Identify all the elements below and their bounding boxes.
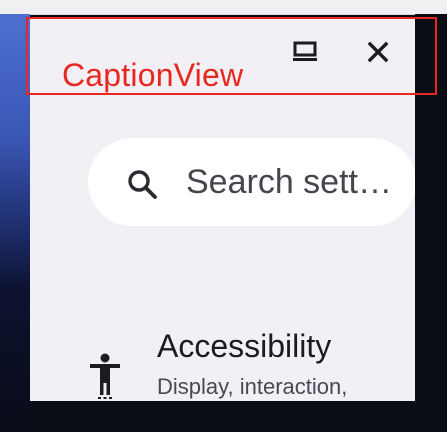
settings-item-title: Accessibility: [157, 328, 332, 364]
search-icon: [126, 168, 158, 200]
accessibility-icon: [88, 353, 122, 399]
close-button[interactable]: [360, 36, 396, 72]
close-icon: [367, 41, 389, 68]
settings-item-summary: Display, interaction, audio: [157, 374, 348, 399]
maximize-icon: [292, 41, 318, 68]
search-settings-bar[interactable]: Search sett…: [88, 138, 415, 226]
desktop-background: [415, 14, 447, 432]
settings-item-accessibility[interactable]: Accessibility Display, interaction, audi…: [30, 317, 415, 401]
desktop-wallpaper: [0, 14, 30, 432]
top-edge: [0, 0, 447, 15]
maximize-button[interactable]: [287, 36, 323, 72]
caption-view-label: CaptionView: [62, 57, 244, 93]
search-placeholder: Search sett…: [186, 163, 392, 201]
screen: Search sett… Accessibility Display, inte…: [0, 0, 447, 432]
